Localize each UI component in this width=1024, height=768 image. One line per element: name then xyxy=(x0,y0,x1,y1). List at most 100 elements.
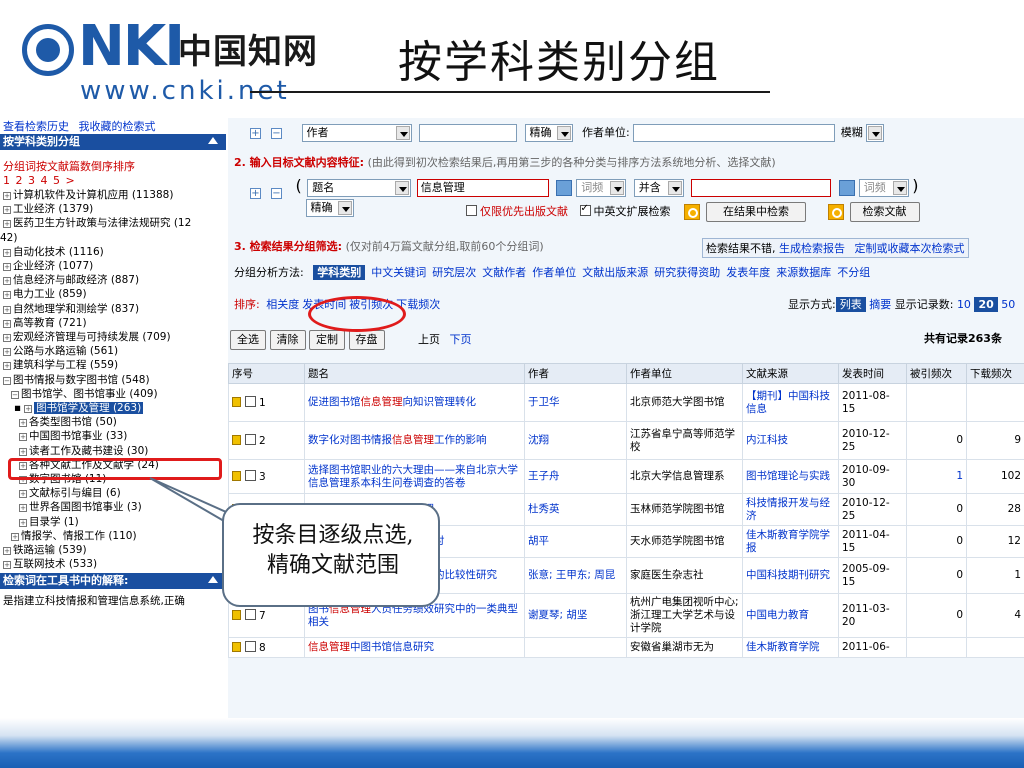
expand-icon[interactable]: + xyxy=(19,433,27,442)
tree-item[interactable]: + 各类型图书馆 (50) xyxy=(0,415,226,429)
expand-icon[interactable]: + xyxy=(3,561,11,570)
source-cell[interactable]: 中国科技期刊研究 xyxy=(742,557,839,594)
title-cell[interactable]: 信息管理中图书馆信息研究 xyxy=(304,637,525,658)
count-20[interactable]: 20 xyxy=(974,297,998,312)
table-row[interactable]: 8 信息管理中图书馆信息研究 安徽省巢湖市无为 佳木斯教育学院 2011-06- xyxy=(228,637,1024,658)
column-header[interactable]: 下载频次 xyxy=(966,363,1024,384)
expand-icon[interactable]: + xyxy=(11,532,19,541)
source-cell[interactable]: 【期刊】中国科技信息 xyxy=(742,383,839,422)
column-header[interactable]: 题名 xyxy=(304,363,525,384)
category-option[interactable]: 来源数据库 xyxy=(776,266,831,279)
add-row-icon[interactable]: + xyxy=(250,128,261,139)
collapse-icon[interactable] xyxy=(208,576,218,584)
table-row[interactable]: 1 促进图书馆信息管理向知识管理转化 于卫华 北京师范大学图书馆 【期刊】中国科技信息 2… xyxy=(228,383,1024,422)
expand-icon[interactable]: + xyxy=(3,362,11,371)
fuzzy-select[interactable] xyxy=(866,124,885,142)
document-icon[interactable] xyxy=(232,609,241,620)
match2-select[interactable]: 精确 xyxy=(305,199,354,217)
title-cell[interactable]: 选择图书馆职业的六大理由——来自北京大学信息管理系本科生问卷调查的答卷 xyxy=(304,459,525,494)
category-option[interactable]: 作者单位 xyxy=(532,266,576,279)
cross-lang-checkbox[interactable] xyxy=(579,203,591,216)
tree-item[interactable]: + 工业经济 (1379) xyxy=(0,202,226,216)
row-checkbox[interactable] xyxy=(245,433,256,445)
expand-icon[interactable]: + xyxy=(19,447,27,456)
table-row[interactable]: 3 选择图书馆职业的六大理由——来自北京大学信息管理系本科生问卷调查的答卷 王子舟北… xyxy=(228,459,1024,494)
sort-text[interactable]: 分组词按文献篇数倒序排序 xyxy=(0,160,226,174)
tree-item[interactable]: + 世界各国图书馆事业 (3) xyxy=(0,500,226,514)
remove-row-icon[interactable]: − xyxy=(271,188,282,199)
document-icon[interactable] xyxy=(232,470,241,481)
category-option[interactable]: 发表年度 xyxy=(726,266,770,279)
expand-icon[interactable]: + xyxy=(3,291,11,300)
column-header[interactable]: 作者 xyxy=(524,363,627,384)
search-icon[interactable] xyxy=(827,204,844,220)
logic-select[interactable]: 并含 xyxy=(633,179,684,197)
search-button[interactable]: 检索文献 xyxy=(849,202,920,222)
collapse-icon[interactable] xyxy=(208,137,218,144)
row-checkbox[interactable] xyxy=(245,395,256,407)
tree-item[interactable]: + 电力工业 (859) xyxy=(0,287,226,301)
expand-icon[interactable]: + xyxy=(3,192,11,200)
title-cell[interactable]: 促进图书馆信息管理向知识管理转化 xyxy=(304,383,525,422)
tree-item[interactable]: + 情报学、情报工作 (110) xyxy=(0,529,226,543)
expand-icon[interactable]: + xyxy=(3,206,11,215)
search-icon[interactable] xyxy=(684,204,700,220)
author-cell[interactable]: 沈翔 xyxy=(524,421,627,460)
tree-item[interactable]: + 文献标引与编目 (6) xyxy=(0,486,226,500)
term1-input[interactable]: 信息管理 xyxy=(416,179,549,197)
tree-item[interactable]: + 自然地理学和测绘学 (837) xyxy=(0,302,226,316)
row-checkbox[interactable] xyxy=(245,608,256,620)
document-icon[interactable] xyxy=(232,396,241,407)
history-link[interactable]: 查看检索历史 xyxy=(0,120,69,133)
category-option[interactable]: 不分组 xyxy=(837,266,870,279)
expand-icon[interactable]: + xyxy=(19,504,27,513)
row-checkbox[interactable] xyxy=(245,469,256,481)
column-header[interactable]: 被引频次 xyxy=(906,363,967,384)
expand-icon[interactable]: + xyxy=(19,518,27,527)
group-header[interactable]: 按学科类别分组 xyxy=(0,134,226,150)
tree-item[interactable]: + 计算机软件及计算机应用 (11388) xyxy=(0,188,226,202)
expand-icon[interactable]: + xyxy=(3,263,11,272)
count-10[interactable]: 10 xyxy=(957,298,971,311)
tree-item[interactable]: + 铁路运输 (539) xyxy=(0,543,226,557)
custom-button[interactable]: 定制 xyxy=(309,330,345,350)
tree-item[interactable]: + 宏观经济管理与可持续发展 (709) xyxy=(0,330,226,344)
expand-icon[interactable]: + xyxy=(24,405,33,414)
expand-icon[interactable]: + xyxy=(3,277,11,286)
document-icon[interactable] xyxy=(232,434,241,445)
tree-item[interactable]: + 企业经济 (1077) xyxy=(0,259,226,273)
unit-input[interactable] xyxy=(633,124,836,142)
expand-icon[interactable]: + xyxy=(3,220,11,229)
category-option[interactable]: 文献出版来源 xyxy=(582,266,648,279)
tree-item[interactable]: + 目录学 (1) xyxy=(0,515,226,529)
tree-item[interactable]: − 图书馆学、图书馆事业 (409) xyxy=(0,387,226,401)
document-icon[interactable] xyxy=(232,641,241,652)
expand-icon[interactable]: + xyxy=(3,248,11,257)
source-cell[interactable]: 图书馆理论与实践 xyxy=(742,459,839,494)
freq-icon[interactable] xyxy=(838,180,855,196)
column-header[interactable]: 文献来源 xyxy=(742,363,839,384)
tree-item[interactable]: − 图书情报与数字图书馆 (548) xyxy=(0,373,226,387)
column-header[interactable]: 发表时间 xyxy=(838,363,907,384)
category-option[interactable]: 学科类别 xyxy=(313,265,366,280)
next-page-link[interactable]: 下页 xyxy=(450,333,472,346)
category-option[interactable]: 文献作者 xyxy=(482,266,526,279)
freq-icon[interactable] xyxy=(556,180,573,196)
author-input[interactable] xyxy=(419,124,517,142)
display-abstract-button[interactable]: 摘要 xyxy=(869,298,891,311)
author-cell[interactable]: 于卫华 xyxy=(524,383,627,422)
column-header[interactable]: 序号 xyxy=(228,363,305,384)
author-cell[interactable] xyxy=(524,637,627,658)
expand-icon[interactable]: + xyxy=(3,334,11,343)
first-pub-checkbox[interactable] xyxy=(466,205,477,216)
in-result-button[interactable]: 在结果中检索 xyxy=(706,202,806,222)
tree-item[interactable]: + 自动化技术 (1116) xyxy=(0,245,226,259)
source-cell[interactable]: 佳木斯教育学院学报 xyxy=(742,525,839,558)
expand-icon[interactable]: − xyxy=(11,390,19,399)
expand-icon[interactable]: + xyxy=(3,305,11,314)
clear-button[interactable]: 清除 xyxy=(269,330,306,350)
expand-icon[interactable]: − xyxy=(3,376,11,385)
table-row[interactable]: 2 数字化对图书情报信息管理工作的影响 沈翔 江苏省阜宁高等师范学校 内江科技 2010-… xyxy=(228,421,1024,460)
author-cell[interactable]: 胡平 xyxy=(524,525,627,558)
tree-item[interactable]: + 建筑科学与工程 (559) xyxy=(0,358,226,372)
